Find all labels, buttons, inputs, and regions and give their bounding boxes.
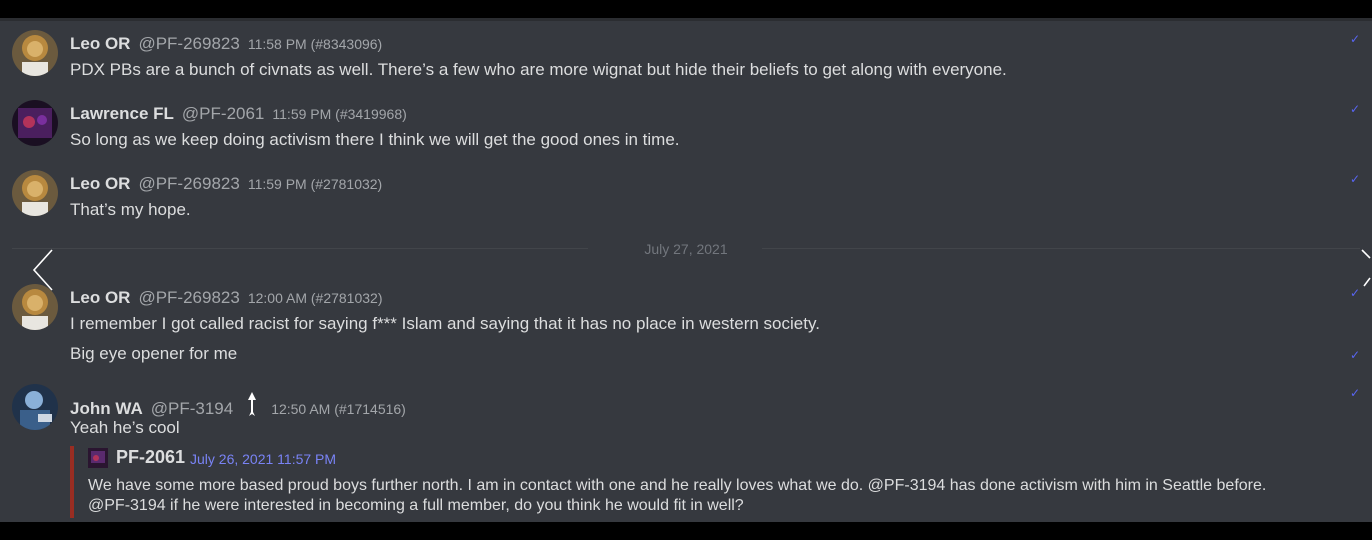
timestamp: 12:00 AM (#2781032) (247, 290, 383, 306)
message-followup-text: Big eye opener for me (70, 344, 238, 363)
quote-username[interactable]: PF-2061 (116, 447, 185, 468)
message-text: Yeah he’s cool (70, 418, 180, 437)
avatar[interactable] (12, 100, 58, 146)
avatar[interactable] (12, 384, 58, 430)
username[interactable]: Lawrence FL (70, 104, 174, 124)
arrow-role-icon (247, 392, 257, 423)
avatar[interactable] (12, 30, 58, 76)
message-text: That’s my hope. (70, 200, 191, 219)
username[interactable]: Leo OR (70, 34, 130, 54)
reply-quote[interactable]: PF-2061 July 26, 2021 11:57 PM We have s… (70, 446, 1290, 518)
user-handle: @PF-269823 (138, 34, 240, 53)
checkmark-icon: ✓ (1350, 172, 1361, 186)
checkmark-icon: ✓ (1350, 32, 1361, 46)
message-text: I remember I got called racist for sayin… (70, 314, 820, 333)
checkmark-icon: ✓ (1350, 386, 1361, 400)
timestamp: 11:58 PM (#8343096) (247, 36, 383, 52)
timestamp: 12:50 AM (#1714516) (271, 401, 406, 417)
username[interactable]: Leo OR (70, 288, 130, 308)
date-divider: July 27, 2021 (644, 241, 728, 257)
quote-date-link[interactable]: July 26, 2021 11:57 PM (190, 451, 336, 467)
quote-bar (70, 446, 74, 518)
checkmark-icon: ✓ (1350, 102, 1361, 116)
checkmark-icon: ✓ (1350, 286, 1361, 300)
chevron-right-icon[interactable] (1360, 248, 1372, 296)
user-handle: @PF-3194 (150, 399, 234, 418)
timestamp: 11:59 PM (#2781032) (247, 176, 383, 192)
quote-avatar (88, 448, 108, 468)
user-handle: @PF-269823 (138, 174, 240, 193)
avatar[interactable] (12, 170, 58, 216)
user-handle: @PF-269823 (138, 288, 240, 307)
top-bar (0, 0, 1372, 18)
timestamp: 11:59 PM (#3419968) (272, 106, 407, 122)
message-text: PDX PBs are a bunch of civnats as well. … (70, 60, 1007, 79)
message-text: So long as we keep doing activism there … (70, 130, 680, 149)
bottom-bar (0, 522, 1372, 540)
username[interactable]: John WA (70, 399, 143, 419)
checkmark-icon: ✓ (1350, 348, 1361, 362)
username[interactable]: Leo OR (70, 174, 130, 194)
user-handle: @PF-2061 (181, 104, 265, 123)
avatar[interactable] (12, 284, 58, 330)
quote-text: We have some more based proud boys furth… (88, 477, 1267, 514)
